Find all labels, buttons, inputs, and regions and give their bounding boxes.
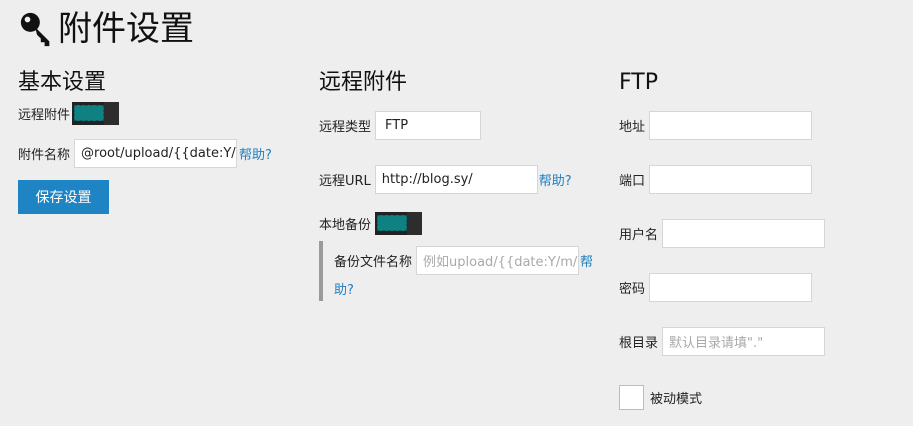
remote-attachment-heading: 远程附件 — [319, 70, 408, 95]
ftp-port-input[interactable] — [649, 165, 813, 194]
ftp-root-row: 根目录 默认目录请填"." — [619, 327, 826, 356]
remote-url-row: 远程URL http://blog.sy/ 帮助? — [319, 165, 572, 194]
backup-name-row: 备份文件名称 例如upload/{{date:Y/m/d}} 帮 — [334, 246, 593, 275]
passive-mode-label: 被动模式 — [650, 392, 703, 407]
remote-attachment-section: 远程附件 远程类型 FTP 远程URL http://blog.sy/ 帮助? … — [319, 66, 599, 301]
ftp-port-row: 端口 — [619, 165, 813, 194]
local-backup-row: 本地备份 — [319, 212, 423, 235]
page-title-bar: 附件设置 — [18, 6, 194, 52]
page-title: 附件设置 — [58, 9, 194, 49]
remote-attachment-row: 远程附件 — [18, 102, 120, 125]
ftp-section: FTP 地址 端口 用户名 密码 根目录 默认目录请填"." 被动模式 — [619, 66, 899, 410]
attachment-name-input[interactable]: @root/upload/{{date:Y/m/d}} — [74, 139, 238, 168]
backup-help-wrap: 助? — [334, 279, 354, 298]
remote-attachment-toggle[interactable] — [72, 102, 120, 125]
ftp-user-label: 用户名 — [619, 228, 659, 243]
toggle-knob — [407, 212, 423, 235]
ftp-host-row: 地址 — [619, 111, 813, 140]
ftp-root-label: 根目录 — [619, 336, 659, 351]
ftp-user-input[interactable] — [662, 219, 826, 248]
ftp-password-input[interactable] — [649, 273, 813, 302]
ftp-heading: FTP — [619, 70, 658, 95]
local-backup-label: 本地备份 — [319, 218, 372, 233]
backup-name-help-link[interactable]: 帮 — [580, 251, 593, 270]
ftp-host-input[interactable] — [649, 111, 813, 140]
key-icon — [20, 12, 50, 47]
attachment-name-help-link[interactable]: 帮助? — [239, 144, 272, 163]
remote-url-help-link[interactable]: 帮助? — [539, 170, 572, 189]
ftp-port-label: 端口 — [619, 174, 646, 189]
backup-options-group: 备份文件名称 例如upload/{{date:Y/m/d}} 帮 助? — [319, 241, 604, 301]
ftp-password-row: 密码 — [619, 273, 813, 302]
remote-type-select[interactable]: FTP — [375, 111, 482, 140]
toggle-track — [377, 215, 408, 231]
backup-name-input[interactable]: 例如upload/{{date:Y/m/d}} — [416, 246, 580, 275]
ftp-passive-row: 被动模式 — [619, 385, 702, 410]
toggle-track — [74, 105, 105, 121]
backup-name-label: 备份文件名称 — [334, 255, 413, 270]
ftp-password-label: 密码 — [619, 282, 646, 297]
save-settings-button[interactable]: 保存设置 — [18, 180, 109, 214]
toggle-knob — [104, 102, 120, 125]
local-backup-toggle[interactable] — [375, 212, 423, 235]
remote-url-label: 远程URL — [319, 174, 371, 189]
attachment-name-row: 附件名称 @root/upload/{{date:Y/m/d}} 帮助? — [18, 139, 272, 168]
ftp-user-row: 用户名 — [619, 219, 826, 248]
backup-name-help-link-cont[interactable]: 助? — [334, 279, 354, 298]
ftp-host-label: 地址 — [619, 120, 646, 135]
passive-mode-checkbox[interactable] — [619, 385, 644, 410]
basic-settings-heading: 基本设置 — [18, 70, 107, 95]
remote-type-label: 远程类型 — [319, 120, 372, 135]
remote-type-row: 远程类型 FTP — [319, 111, 482, 140]
remote-url-input[interactable]: http://blog.sy/ — [374, 165, 538, 194]
ftp-root-input[interactable]: 默认目录请填"." — [662, 327, 826, 356]
remote-attachment-label: 远程附件 — [18, 108, 71, 123]
basic-settings-section: 基本设置 远程附件 附件名称 @root/upload/{{date:Y/m/d… — [18, 66, 298, 214]
attachment-name-label: 附件名称 — [18, 148, 71, 163]
